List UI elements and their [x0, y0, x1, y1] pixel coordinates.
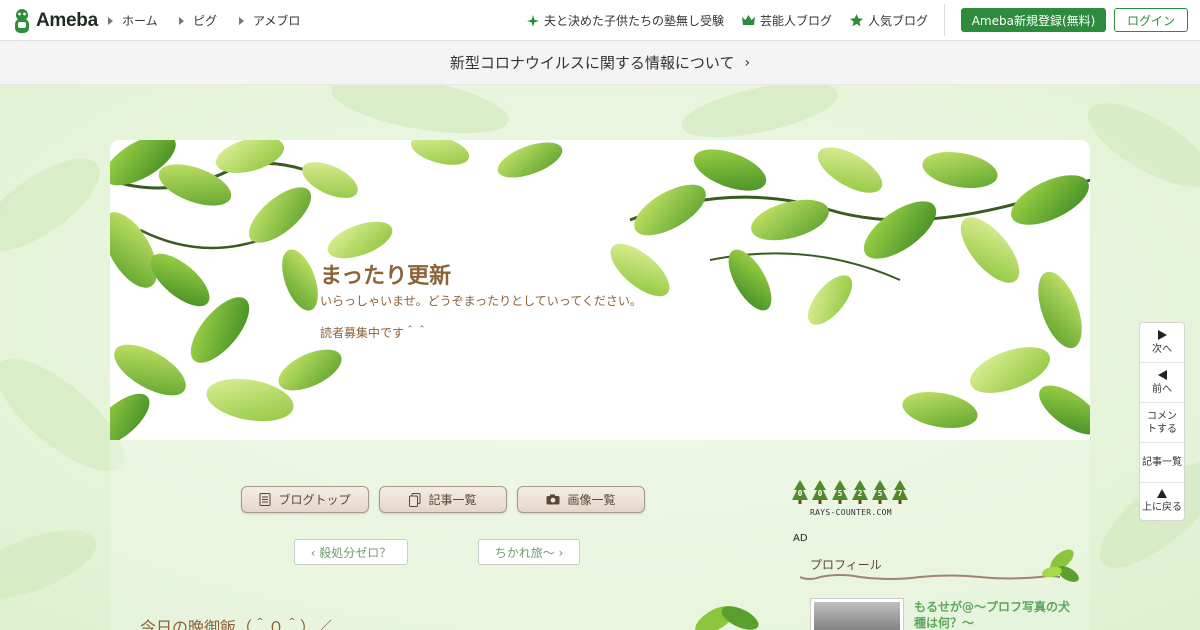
crown-icon	[742, 15, 755, 25]
profile-underline	[800, 574, 1060, 580]
nav-pigg[interactable]: ピグ	[179, 12, 217, 29]
entry-list-button[interactable]: 記事一覧	[379, 486, 507, 513]
covid-notice-link[interactable]: 新型コロナウイルスに関する情報について ›	[0, 41, 1200, 85]
caret-right-icon	[108, 16, 113, 25]
login-button[interactable]: ログイン	[1114, 8, 1188, 32]
next-button[interactable]: 次へ	[1140, 323, 1184, 363]
leaves-decoration	[110, 140, 1090, 440]
image-list-button[interactable]: 画像一覧	[517, 486, 645, 513]
caret-right-icon	[179, 16, 184, 25]
celebrity-blog-label: 芸能人ブログ	[760, 14, 833, 28]
comment-button[interactable]: コメントする	[1140, 403, 1184, 443]
profile-name[interactable]: もるせが@～プロフ写真の犬種は何？～	[914, 599, 1074, 630]
counter-digit: 5	[838, 489, 843, 498]
blog-description: いらっしゃいませ。どうぞまったりとしていってください。	[320, 294, 642, 308]
camera-icon	[546, 494, 560, 505]
notice-text: 新型コロナウイルスに関する情報について	[449, 54, 735, 72]
blog-top-button[interactable]: ブログトップ	[241, 486, 369, 513]
celebrity-blog-link[interactable]: 芸能人ブログ	[742, 12, 832, 29]
blog-content: ブログトップ 記事一覧 画像一覧 ‹ 殺処分ゼロ？ ちかれ旅～ › 今日の晩御飯…	[110, 440, 1090, 630]
nav-home[interactable]: ホーム	[108, 12, 158, 29]
entry-list-label: 記事一覧	[428, 493, 477, 507]
featured-blog-link[interactable]: 夫と決めた子供たちの塾無し受験	[527, 12, 724, 29]
nav-pigg-label: ピグ	[193, 14, 218, 28]
prev-entry-link[interactable]: ‹ 殺処分ゼロ？	[294, 539, 408, 565]
star-icon	[850, 14, 863, 27]
sparkle-icon	[527, 14, 539, 27]
ad-label: AD	[793, 533, 808, 544]
next-label: 次へ	[1152, 343, 1172, 355]
copy-icon	[409, 492, 421, 507]
blog-subtitle: 読者募集中です＾＾	[320, 326, 429, 340]
top-label: 上に戻る	[1142, 502, 1182, 513]
back-icon	[1157, 369, 1167, 380]
chevron-right-icon: ›	[744, 54, 751, 71]
arrow-up-icon	[1157, 489, 1167, 498]
blog-top-label: ブログトップ	[278, 493, 351, 507]
caret-right-icon	[239, 16, 244, 25]
entries-button[interactable]: 記事一覧	[1140, 443, 1184, 483]
counter-digit: 0	[798, 489, 803, 498]
profile-photo[interactable]	[810, 598, 904, 630]
ameba-logo[interactable]: Ameba	[12, 7, 98, 34]
entries-label: 記事一覧	[1142, 457, 1182, 468]
entry-title[interactable]: 今日の晩御飯（＾０＾）／	[140, 614, 332, 630]
popular-blog-label: 人気ブログ	[868, 14, 929, 28]
blog-title[interactable]: まったり更新	[320, 258, 451, 290]
play-icon	[1157, 329, 1167, 340]
ameba-logo-icon	[15, 8, 29, 33]
prev-button[interactable]: 前へ	[1140, 363, 1184, 403]
counter-credit[interactable]: RAYS-COUNTER.COM	[810, 508, 892, 517]
profile-heading: プロフィール	[810, 558, 882, 572]
nav-ameblo-label: アメブロ	[253, 14, 301, 28]
avatar	[814, 602, 900, 630]
next-entry-link[interactable]: ちかれ旅～ ›	[478, 539, 580, 565]
featured-blog-label: 夫と決めた子供たちの塾無し受験	[544, 14, 725, 28]
popular-blog-link[interactable]: 人気ブログ	[850, 12, 928, 29]
document-icon	[259, 493, 271, 506]
image-list-label: 画像一覧	[567, 493, 616, 507]
counter-digit: 7	[898, 489, 903, 498]
header-divider	[944, 4, 945, 36]
leaf-decoration	[1042, 549, 1079, 582]
floating-nav: 次へ 前へ コメントする 記事一覧 上に戻る	[1139, 322, 1185, 521]
global-header: Ameba ホーム ピグ アメブロ 夫と決めた子供たちの塾無し受験 芸能人ブログ…	[0, 0, 1200, 41]
prev-label: 前へ	[1152, 383, 1172, 395]
comment-label: コメントする	[1147, 410, 1177, 435]
nav-ameblo[interactable]: アメブロ	[239, 12, 300, 29]
counter-digit: 2	[858, 489, 863, 498]
nav-home-label: ホーム	[122, 14, 158, 28]
back-to-top-button[interactable]: 上に戻る	[1140, 483, 1184, 520]
register-button[interactable]: Ameba新規登録(無料)	[961, 8, 1106, 32]
counter-digit: 0	[818, 489, 823, 498]
leaf-decoration	[695, 606, 759, 630]
logo-text: Ameba	[36, 9, 98, 31]
counter-digit: 5	[878, 489, 883, 498]
blog-header: まったり更新 いらっしゃいませ。どうぞまったりとしていってください。 読者募集中…	[110, 140, 1090, 440]
